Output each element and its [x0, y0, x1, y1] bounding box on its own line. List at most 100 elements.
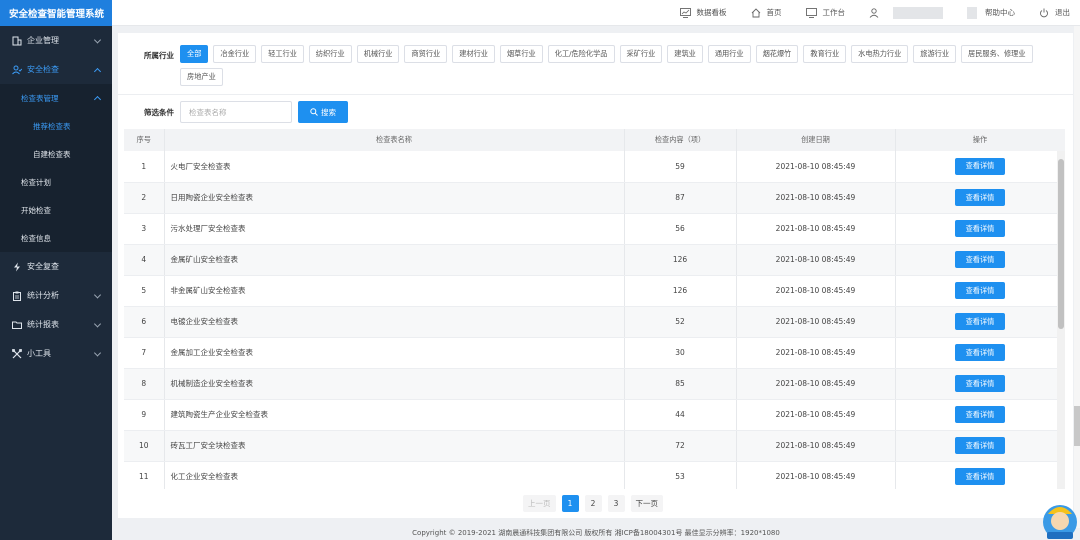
next-page-button[interactable]: 下一页: [630, 495, 663, 512]
view-details-button[interactable]: 查看详情: [955, 375, 1005, 392]
user-icon: [869, 7, 879, 18]
industry-tag[interactable]: 商贸行业: [404, 45, 448, 63]
main-panel: 所属行业 全部 冶金行业 轻工行业 纺织行业 机械行业 商贸行业 建材行业 烟草…: [118, 33, 1073, 518]
sidebar-item-enterprise[interactable]: 企业管理: [0, 26, 112, 55]
table-row: 3 污水处理厂安全检查表 56 2021-08-10 08:45:49 查看详情: [124, 213, 1065, 245]
sidebar-item-checklist-management[interactable]: 检查表管理: [0, 84, 112, 112]
condition-label: 筛选条件: [144, 107, 174, 117]
industry-tag[interactable]: 建筑业: [667, 45, 703, 63]
created-date: 2021-08-10 08:45:49: [736, 337, 896, 369]
page-button[interactable]: 2: [584, 495, 602, 512]
chevron-down-icon: [93, 319, 102, 328]
prev-page-button[interactable]: 上一页: [523, 495, 556, 512]
sidebar-item-tools[interactable]: 小工具: [0, 339, 112, 368]
sidebar-item-label: 统计报表: [27, 320, 59, 329]
sidebar-item-label: 检查表管理: [21, 93, 59, 103]
action-cell: 查看详情: [895, 151, 1065, 183]
sidebar-item-check-info[interactable]: 检查信息: [0, 224, 112, 252]
submenu-safety-check: 检查表管理 推荐检查表 自建检查表 检查计划 开始检查 检查信息: [0, 84, 112, 252]
view-details-button[interactable]: 查看详情: [955, 468, 1005, 485]
industry-tag[interactable]: 全部: [180, 45, 209, 63]
action-cell: 查看详情: [895, 430, 1065, 462]
sidebar-item-recommended-checklist[interactable]: 推荐检查表: [0, 112, 112, 140]
dashboard-label: 数据看板: [696, 8, 727, 17]
created-date: 2021-08-10 08:45:49: [736, 213, 896, 245]
industry-tag[interactable]: 冶金行业: [213, 45, 257, 63]
item-count: 30: [624, 337, 737, 369]
sidebar-item-label: 小工具: [27, 349, 51, 358]
view-details-button[interactable]: 查看详情: [955, 282, 1005, 299]
view-details-button[interactable]: 查看详情: [955, 189, 1005, 206]
workbench-label: 工作台: [822, 8, 846, 17]
checklist-name: 金属加工企业安全检查表: [164, 337, 625, 369]
view-details-button[interactable]: 查看详情: [955, 344, 1005, 361]
row-number: 6: [124, 306, 165, 338]
table-row: 7 金属加工企业安全检查表 30 2021-08-10 08:45:49 查看详情: [124, 337, 1065, 369]
help-label: 帮助中心: [985, 8, 1015, 17]
row-number: 7: [124, 337, 165, 369]
view-details-button[interactable]: 查看详情: [955, 251, 1005, 268]
assistant-mascot-icon[interactable]: [1040, 498, 1080, 540]
created-date: 2021-08-10 08:45:49: [736, 275, 896, 307]
action-cell: 查看详情: [895, 368, 1065, 400]
industry-tag[interactable]: 居民服务、修理业: [961, 45, 1033, 63]
industry-tag[interactable]: 水电热力行业: [851, 45, 909, 63]
view-details-button[interactable]: 查看详情: [955, 313, 1005, 330]
help-link[interactable]: 帮助中心: [967, 6, 1015, 19]
sidebar-item-start-check[interactable]: 开始检查: [0, 196, 112, 224]
view-details-button[interactable]: 查看详情: [955, 437, 1005, 454]
created-date: 2021-08-10 08:45:49: [736, 368, 896, 400]
industry-tag[interactable]: 教育行业: [803, 45, 847, 63]
action-cell: 查看详情: [895, 461, 1065, 489]
dashboard-link[interactable]: 数据看板: [679, 7, 727, 18]
home-label: 首页: [766, 8, 782, 17]
home-link[interactable]: 首页: [751, 7, 782, 18]
industry-tag[interactable]: 机械行业: [356, 45, 400, 63]
item-count: 53: [624, 461, 737, 489]
action-cell: 查看详情: [895, 213, 1065, 245]
page-scroll-thumb[interactable]: [1074, 406, 1080, 446]
action-cell: 查看详情: [895, 275, 1065, 307]
chevron-down-icon: [93, 290, 102, 299]
industry-tag[interactable]: 房地产业: [180, 68, 223, 86]
industry-tag[interactable]: 旅游行业: [913, 45, 957, 63]
created-date: 2021-08-10 08:45:49: [736, 430, 896, 462]
industry-tag[interactable]: 烟草行业: [499, 45, 543, 63]
sidebar-item-custom-checklist[interactable]: 自建检查表: [0, 140, 112, 168]
item-count: 52: [624, 306, 737, 338]
table-header: 序号 检查表名称 检查内容（项） 创建日期 操作: [124, 129, 1065, 151]
lightning-icon: [11, 261, 22, 272]
industry-tag[interactable]: 纺织行业: [308, 45, 352, 63]
page-button[interactable]: 3: [607, 495, 625, 512]
item-count: 56: [624, 213, 737, 245]
user-menu[interactable]: [869, 6, 943, 19]
page-button[interactable]: 1: [561, 495, 579, 512]
workbench-link[interactable]: 工作台: [805, 7, 846, 18]
sidebar-item-check-plan[interactable]: 检查计划: [0, 168, 112, 196]
view-details-button[interactable]: 查看详情: [955, 220, 1005, 237]
table-scrollbar[interactable]: [1057, 151, 1065, 489]
row-number: 11: [124, 461, 165, 489]
industry-tag[interactable]: 烟花爆竹: [755, 45, 799, 63]
created-date: 2021-08-10 08:45:49: [736, 399, 896, 431]
logout-link[interactable]: 退出: [1039, 7, 1070, 18]
industry-tag[interactable]: 建材行业: [452, 45, 495, 63]
sidebar-item-reports[interactable]: 统计报表: [0, 310, 112, 339]
industry-tag[interactable]: 轻工行业: [261, 45, 304, 63]
table-row: 2 日用陶瓷企业安全检查表 87 2021-08-10 08:45:49 查看详情: [124, 182, 1065, 214]
sidebar-item-recheck[interactable]: 安全复查: [0, 252, 112, 281]
building-icon: [11, 35, 22, 46]
industry-tag[interactable]: 通用行业: [707, 45, 751, 63]
page-scrollbar[interactable]: [1074, 26, 1080, 528]
industry-tag[interactable]: 采矿行业: [619, 45, 663, 63]
table-scroll-thumb[interactable]: [1058, 159, 1064, 329]
checklist-search-input[interactable]: [180, 101, 292, 123]
sidebar-item-label: 企业管理: [27, 36, 59, 45]
search-button[interactable]: 搜索: [298, 101, 348, 123]
industry-tag[interactable]: 化工/危险化学品: [547, 45, 615, 63]
sidebar-item-statistics[interactable]: 统计分析: [0, 281, 112, 310]
sidebar-item-safety-check[interactable]: 安全检查: [0, 55, 112, 84]
view-details-button[interactable]: 查看详情: [955, 406, 1005, 423]
checklist-name: 金属矿山安全检查表: [164, 244, 625, 276]
view-details-button[interactable]: 查看详情: [955, 157, 1005, 175]
